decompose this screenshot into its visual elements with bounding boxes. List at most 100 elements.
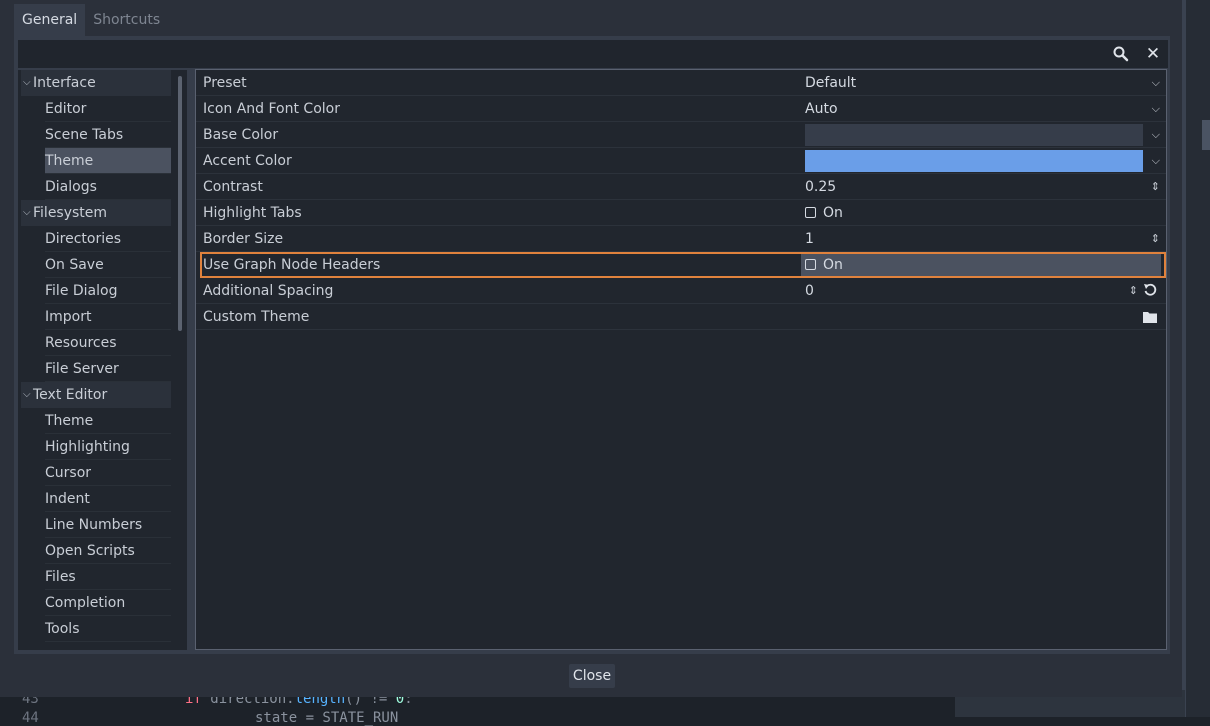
icon-font-color-select[interactable]: Auto [805,96,838,122]
tree-item-label: Cursor [45,465,92,481]
tree-item-label: Theme [45,153,94,169]
tab-shortcuts[interactable]: Shortcuts [85,4,168,36]
tree-item[interactable]: Highlighting [45,434,171,460]
tree-item[interactable]: Open Scripts [45,538,171,564]
tree-item-label: Import [45,309,92,325]
revert-icon[interactable] [1143,283,1157,297]
tree-item-label: Completion [45,595,126,611]
chevron-down-icon[interactable]: ⌵ [23,382,33,408]
tree-item[interactable]: Files [45,564,171,590]
tree-item-label: Theme [45,413,94,429]
tree-item-label: Highlighting [45,439,130,455]
chevron-down-icon[interactable]: ⌵ [1152,122,1160,148]
property-row-preset[interactable]: Preset Default ⌵ [196,70,1166,96]
tree-item-label: Indent [45,491,90,507]
tree-item[interactable]: Line Numbers [45,512,171,538]
tree-item[interactable]: Indent [45,486,171,512]
property-row-custom-theme[interactable]: Custom Theme [196,304,1166,330]
property-row-border-size[interactable]: Border Size 1 ⇕ [196,226,1166,252]
spinner-icon[interactable]: ⇕ [1151,226,1160,252]
tree-item-label: Tools [45,621,80,637]
tree-item-label: On Save [45,257,104,273]
tree-item[interactable]: Resources [45,330,171,356]
checkbox-icon[interactable] [805,207,816,218]
tree-item-label: Line Numbers [45,517,143,533]
chevron-down-icon[interactable]: ⌵ [23,200,33,226]
tree-item[interactable]: Cursor [45,460,171,486]
chevron-down-icon[interactable]: ⌵ [1152,148,1160,174]
property-name: Custom Theme [203,309,310,325]
clear-filter-icon[interactable]: ✕ [1142,43,1164,65]
tree-section[interactable]: ⌵ Interface [21,70,171,96]
property-row-contrast[interactable]: Contrast 0.25 ⇕ [196,174,1166,200]
tree-item[interactable]: Directories [45,226,171,252]
chevron-down-icon[interactable]: ⌵ [23,70,33,96]
checkbox-label: On [823,205,843,221]
additional-spacing-spinbox[interactable]: 0 [805,278,814,304]
tree-item-label: Interface [33,75,96,91]
property-row-graph-node-headers[interactable]: Use Graph Node Headers On [200,252,1166,278]
property-row-additional-spacing[interactable]: Additional Spacing 0 ⇕ [196,278,1166,304]
line-number: 44 [22,710,39,726]
spinner-icon[interactable]: ⇕ [1129,278,1138,304]
spinner-icon[interactable]: ⇕ [1151,174,1160,200]
property-name: Highlight Tabs [203,205,302,221]
tree-item[interactable]: File Dialog [45,278,171,304]
tree-section[interactable]: ⌵ Text Editor [21,382,171,408]
tree-item[interactable]: On Save [45,252,171,278]
accent-color-swatch[interactable] [805,150,1143,172]
checkbox-icon[interactable] [805,259,816,270]
tree-item[interactable]: File Server [45,356,171,382]
folder-icon[interactable] [1143,311,1157,323]
tree-item-label: Editor [45,101,87,117]
property-name: Contrast [203,179,263,195]
property-name: Use Graph Node Headers [203,257,381,273]
code-text: state = STATE_RUN [255,710,399,726]
tree-item-label: Dialogs [45,179,97,195]
settings-content: ✕ ⌵ Interface Editor Scene Tabs Theme Dialogs… [14,36,1170,654]
tree-item[interactable]: Editor [45,96,171,122]
tree-item[interactable]: Theme [45,148,171,174]
tree-item-label: Open Scripts [45,543,135,559]
base-color-swatch[interactable] [805,124,1143,146]
property-row-icon-font-color[interactable]: Icon And Font Color Auto ⌵ [196,96,1166,122]
settings-tree: ⌵ Interface Editor Scene Tabs Theme Dialogs ⌵ F… [18,70,187,650]
tree-item-label: File Dialog [45,283,118,299]
highlight-tabs-checkbox[interactable]: On [805,200,843,226]
property-row-highlight-tabs[interactable]: Highlight Tabs On [196,200,1166,226]
tree-item-label: Files [45,569,76,585]
property-name: Border Size [203,231,284,247]
search-icon[interactable] [1112,45,1130,63]
tree-item-label: Text Editor [33,387,108,403]
tree-item[interactable]: Completion [45,590,171,616]
tree-item-label: File Server [45,361,119,377]
tree-item-label: Scene Tabs [45,127,124,143]
property-row-base-color[interactable]: Base Color ⌵ [196,122,1166,148]
background-editor-edge [1172,0,1210,717]
property-name: Preset [203,75,247,91]
property-name: Base Color [203,127,279,143]
contrast-spinbox[interactable]: 0.25 [805,174,836,200]
tab-general[interactable]: General [14,4,86,36]
tree-item[interactable]: Theme [45,408,171,434]
graph-node-headers-checkbox[interactable]: On [805,252,843,278]
tree-item[interactable]: Import [45,304,171,330]
property-name: Accent Color [203,153,292,169]
tree-item[interactable]: Tools [45,616,171,642]
chevron-down-icon[interactable]: ⌵ [1152,70,1160,96]
chevron-down-icon[interactable]: ⌵ [1152,96,1160,122]
background-scroll-thumb [1202,120,1210,150]
checkbox-label: On [823,257,843,273]
preset-select[interactable]: Default [805,70,856,96]
tree-item[interactable]: Dialogs [45,174,171,200]
filter-settings-input[interactable]: ✕ [18,40,1168,68]
border-size-spinbox[interactable]: 1 [805,226,814,252]
tree-item[interactable]: Scene Tabs [45,122,171,148]
close-button[interactable]: Close [569,664,615,688]
property-name: Icon And Font Color [203,101,340,117]
tree-scrollbar[interactable] [178,76,182,331]
property-row-accent-color[interactable]: Accent Color ⌵ [196,148,1166,174]
editor-settings-dialog: General Shortcuts ✕ ⌵ Interface Editor Scen… [0,0,1182,697]
tree-section[interactable]: ⌵ Filesystem [21,200,171,226]
tree-item-label: Filesystem [33,205,108,221]
